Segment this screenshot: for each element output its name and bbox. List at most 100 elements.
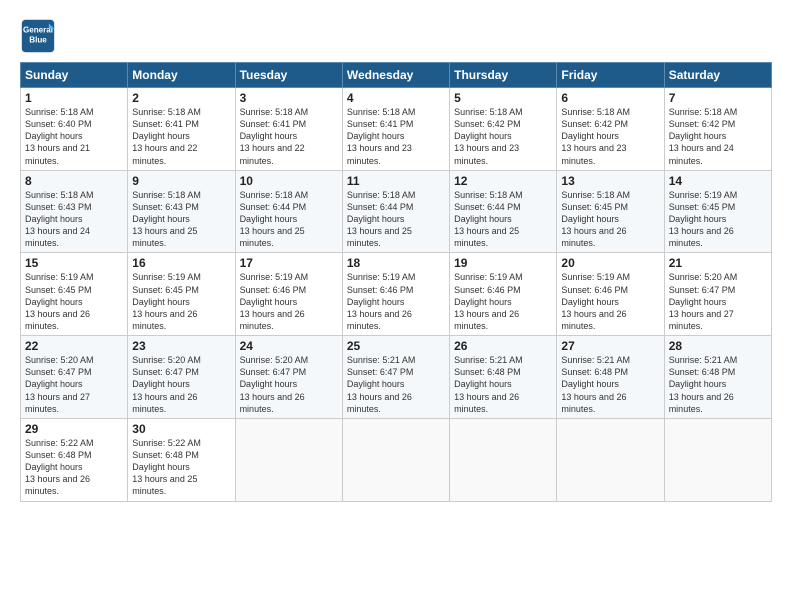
cell-info: Sunrise: 5:19 AMSunset: 6:46 PMDaylight … bbox=[454, 271, 552, 332]
cell-info: Sunrise: 5:21 AMSunset: 6:48 PMDaylight … bbox=[669, 354, 767, 415]
calendar-cell: 7Sunrise: 5:18 AMSunset: 6:42 PMDaylight… bbox=[664, 88, 771, 171]
cell-info: Sunrise: 5:18 AMSunset: 6:44 PMDaylight … bbox=[347, 189, 445, 250]
calendar-cell: 5Sunrise: 5:18 AMSunset: 6:42 PMDaylight… bbox=[450, 88, 557, 171]
calendar-cell: 22Sunrise: 5:20 AMSunset: 6:47 PMDayligh… bbox=[21, 336, 128, 419]
cell-info: Sunrise: 5:21 AMSunset: 6:48 PMDaylight … bbox=[454, 354, 552, 415]
day-number: 7 bbox=[669, 91, 767, 105]
weekday-header: Saturday bbox=[664, 63, 771, 88]
day-number: 17 bbox=[240, 256, 338, 270]
day-number: 30 bbox=[132, 422, 230, 436]
calendar-cell: 19Sunrise: 5:19 AMSunset: 6:46 PMDayligh… bbox=[450, 253, 557, 336]
cell-info: Sunrise: 5:18 AMSunset: 6:43 PMDaylight … bbox=[25, 189, 123, 250]
weekday-header: Thursday bbox=[450, 63, 557, 88]
logo: General Blue bbox=[20, 18, 60, 54]
header: General Blue bbox=[20, 18, 772, 54]
calendar-cell: 30Sunrise: 5:22 AMSunset: 6:48 PMDayligh… bbox=[128, 418, 235, 501]
calendar-cell: 20Sunrise: 5:19 AMSunset: 6:46 PMDayligh… bbox=[557, 253, 664, 336]
day-number: 27 bbox=[561, 339, 659, 353]
day-number: 5 bbox=[454, 91, 552, 105]
calendar-week-row: 29Sunrise: 5:22 AMSunset: 6:48 PMDayligh… bbox=[21, 418, 772, 501]
day-number: 20 bbox=[561, 256, 659, 270]
cell-info: Sunrise: 5:20 AMSunset: 6:47 PMDaylight … bbox=[240, 354, 338, 415]
calendar-cell: 14Sunrise: 5:19 AMSunset: 6:45 PMDayligh… bbox=[664, 170, 771, 253]
calendar-cell: 28Sunrise: 5:21 AMSunset: 6:48 PMDayligh… bbox=[664, 336, 771, 419]
calendar-header: SundayMondayTuesdayWednesdayThursdayFrid… bbox=[21, 63, 772, 88]
cell-info: Sunrise: 5:18 AMSunset: 6:42 PMDaylight … bbox=[561, 106, 659, 167]
cell-info: Sunrise: 5:21 AMSunset: 6:47 PMDaylight … bbox=[347, 354, 445, 415]
logo-icon: General Blue bbox=[20, 18, 56, 54]
calendar-cell: 1Sunrise: 5:18 AMSunset: 6:40 PMDaylight… bbox=[21, 88, 128, 171]
weekday-row: SundayMondayTuesdayWednesdayThursdayFrid… bbox=[21, 63, 772, 88]
day-number: 11 bbox=[347, 174, 445, 188]
calendar-cell: 4Sunrise: 5:18 AMSunset: 6:41 PMDaylight… bbox=[342, 88, 449, 171]
cell-info: Sunrise: 5:22 AMSunset: 6:48 PMDaylight … bbox=[25, 437, 123, 498]
cell-info: Sunrise: 5:18 AMSunset: 6:41 PMDaylight … bbox=[240, 106, 338, 167]
page: General Blue SundayMondayTuesdayWednesda… bbox=[0, 0, 792, 612]
cell-info: Sunrise: 5:18 AMSunset: 6:43 PMDaylight … bbox=[132, 189, 230, 250]
calendar-cell bbox=[342, 418, 449, 501]
cell-info: Sunrise: 5:20 AMSunset: 6:47 PMDaylight … bbox=[132, 354, 230, 415]
cell-info: Sunrise: 5:19 AMSunset: 6:46 PMDaylight … bbox=[561, 271, 659, 332]
cell-info: Sunrise: 5:21 AMSunset: 6:48 PMDaylight … bbox=[561, 354, 659, 415]
day-number: 19 bbox=[454, 256, 552, 270]
cell-info: Sunrise: 5:22 AMSunset: 6:48 PMDaylight … bbox=[132, 437, 230, 498]
day-number: 21 bbox=[669, 256, 767, 270]
day-number: 28 bbox=[669, 339, 767, 353]
calendar-cell: 23Sunrise: 5:20 AMSunset: 6:47 PMDayligh… bbox=[128, 336, 235, 419]
weekday-header: Monday bbox=[128, 63, 235, 88]
calendar-cell: 2Sunrise: 5:18 AMSunset: 6:41 PMDaylight… bbox=[128, 88, 235, 171]
day-number: 2 bbox=[132, 91, 230, 105]
calendar-week-row: 1Sunrise: 5:18 AMSunset: 6:40 PMDaylight… bbox=[21, 88, 772, 171]
day-number: 22 bbox=[25, 339, 123, 353]
calendar-cell: 13Sunrise: 5:18 AMSunset: 6:45 PMDayligh… bbox=[557, 170, 664, 253]
calendar-cell: 17Sunrise: 5:19 AMSunset: 6:46 PMDayligh… bbox=[235, 253, 342, 336]
calendar-cell: 26Sunrise: 5:21 AMSunset: 6:48 PMDayligh… bbox=[450, 336, 557, 419]
day-number: 15 bbox=[25, 256, 123, 270]
cell-info: Sunrise: 5:19 AMSunset: 6:46 PMDaylight … bbox=[347, 271, 445, 332]
calendar-cell: 8Sunrise: 5:18 AMSunset: 6:43 PMDaylight… bbox=[21, 170, 128, 253]
calendar-cell bbox=[235, 418, 342, 501]
calendar-cell: 6Sunrise: 5:18 AMSunset: 6:42 PMDaylight… bbox=[557, 88, 664, 171]
calendar-cell: 9Sunrise: 5:18 AMSunset: 6:43 PMDaylight… bbox=[128, 170, 235, 253]
calendar-cell: 10Sunrise: 5:18 AMSunset: 6:44 PMDayligh… bbox=[235, 170, 342, 253]
calendar-cell bbox=[450, 418, 557, 501]
cell-info: Sunrise: 5:19 AMSunset: 6:46 PMDaylight … bbox=[240, 271, 338, 332]
calendar-week-row: 8Sunrise: 5:18 AMSunset: 6:43 PMDaylight… bbox=[21, 170, 772, 253]
cell-info: Sunrise: 5:19 AMSunset: 6:45 PMDaylight … bbox=[132, 271, 230, 332]
cell-info: Sunrise: 5:18 AMSunset: 6:41 PMDaylight … bbox=[132, 106, 230, 167]
cell-info: Sunrise: 5:19 AMSunset: 6:45 PMDaylight … bbox=[669, 189, 767, 250]
svg-text:General: General bbox=[23, 25, 53, 34]
calendar-week-row: 22 Sunrise: 5:20 AMSunset: 6:47 PMDayligh… bbox=[21, 336, 772, 419]
day-number: 23 bbox=[132, 339, 230, 353]
weekday-header: Friday bbox=[557, 63, 664, 88]
calendar-cell bbox=[557, 418, 664, 501]
calendar-cell: 12Sunrise: 5:18 AMSunset: 6:44 PMDayligh… bbox=[450, 170, 557, 253]
calendar-week-row: 15 Sunrise: 5:19 AMSunset: 6:45 PMDayligh… bbox=[21, 253, 772, 336]
cell-info: Sunrise: 5:18 AMSunset: 6:44 PMDaylight … bbox=[454, 189, 552, 250]
day-number: 10 bbox=[240, 174, 338, 188]
day-number: 12 bbox=[454, 174, 552, 188]
calendar-cell: 11Sunrise: 5:18 AMSunset: 6:44 PMDayligh… bbox=[342, 170, 449, 253]
day-number: 24 bbox=[240, 339, 338, 353]
calendar-cell: 24Sunrise: 5:20 AMSunset: 6:47 PMDayligh… bbox=[235, 336, 342, 419]
calendar-cell: 15Sunrise: 5:19 AMSunset: 6:45 PMDayligh… bbox=[21, 253, 128, 336]
day-number: 6 bbox=[561, 91, 659, 105]
day-number: 13 bbox=[561, 174, 659, 188]
day-number: 4 bbox=[347, 91, 445, 105]
calendar-table: SundayMondayTuesdayWednesdayThursdayFrid… bbox=[20, 62, 772, 502]
day-number: 26 bbox=[454, 339, 552, 353]
day-number: 16 bbox=[132, 256, 230, 270]
day-number: 14 bbox=[669, 174, 767, 188]
calendar-cell: 25Sunrise: 5:21 AMSunset: 6:47 PMDayligh… bbox=[342, 336, 449, 419]
calendar-cell bbox=[664, 418, 771, 501]
day-number: 25 bbox=[347, 339, 445, 353]
svg-text:Blue: Blue bbox=[29, 35, 47, 44]
day-number: 3 bbox=[240, 91, 338, 105]
calendar-body: 1Sunrise: 5:18 AMSunset: 6:40 PMDaylight… bbox=[21, 88, 772, 502]
calendar-cell: 27Sunrise: 5:21 AMSunset: 6:48 PMDayligh… bbox=[557, 336, 664, 419]
day-number: 18 bbox=[347, 256, 445, 270]
calendar-cell: 3Sunrise: 5:18 AMSunset: 6:41 PMDaylight… bbox=[235, 88, 342, 171]
day-number: 1 bbox=[25, 91, 123, 105]
calendar-cell: 21Sunrise: 5:20 AMSunset: 6:47 PMDayligh… bbox=[664, 253, 771, 336]
cell-info: Sunrise: 5:18 AMSunset: 6:45 PMDaylight … bbox=[561, 189, 659, 250]
